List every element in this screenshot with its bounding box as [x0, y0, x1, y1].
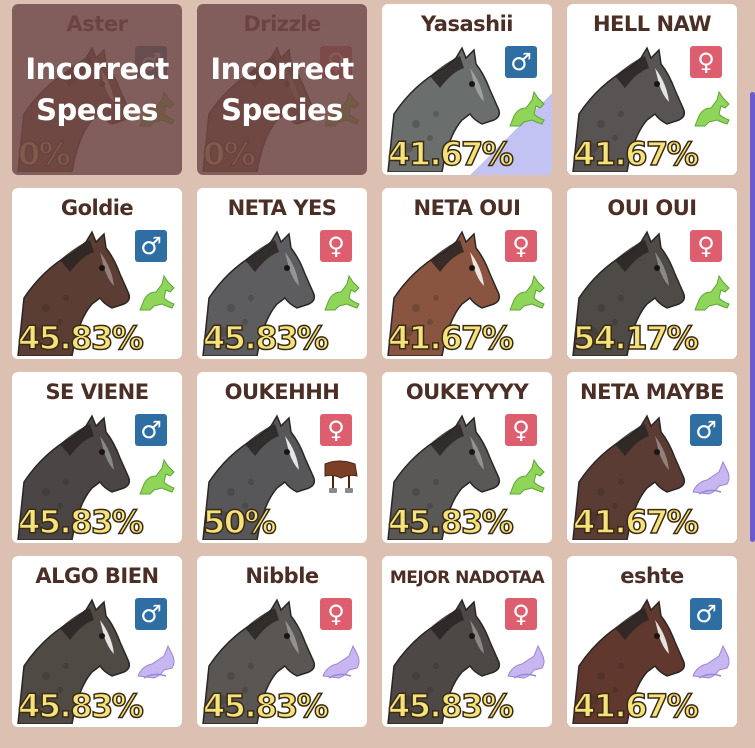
- horse-name: MEJOR NADOTAA: [389, 568, 545, 588]
- male-gender-icon: ♂: [505, 46, 537, 78]
- horse-name: eshte: [620, 564, 684, 588]
- horse-name: NETA YES: [227, 196, 337, 220]
- match-percent: 50%: [202, 502, 277, 542]
- horse-name: SE VIENE: [45, 380, 149, 404]
- male-gender-icon: ♂: [135, 414, 167, 446]
- horse-status-icon: [134, 454, 178, 496]
- horse-status-icon: [504, 454, 548, 496]
- horse-status-icon: [689, 86, 733, 128]
- scrollbar[interactable]: [750, 92, 755, 542]
- horse-card[interactable]: NETA MAYBE ♂ 41.67%: [567, 372, 737, 543]
- incorrect-species-overlay: Incorrect Species: [197, 4, 367, 175]
- foal-status-icon: [504, 638, 548, 680]
- horse-status-icon: [689, 270, 733, 312]
- horse-grid: Aster ♂ 0%Incorrect SpeciesDrizzle ♀ 0%I…: [12, 4, 737, 727]
- horse-card[interactable]: NETA OUI ♀ 41.67%: [382, 188, 552, 359]
- match-percent: 45.83%: [17, 686, 144, 726]
- match-percent: 41.67%: [387, 318, 514, 358]
- horse-status-icon: [134, 270, 178, 312]
- horse-name: NETA MAYBE: [580, 380, 724, 404]
- horse-card[interactable]: Drizzle ♀ 0%Incorrect Species: [197, 4, 367, 175]
- horse-card[interactable]: OUKEHHH ♀ 50%: [197, 372, 367, 543]
- horse-status-icon: [504, 270, 548, 312]
- horse-name: NETA OUI: [413, 196, 521, 220]
- foal-status-icon: [689, 638, 733, 680]
- female-gender-icon: ♀: [690, 230, 722, 262]
- horse-card[interactable]: ALGO BIEN ♂ 45.83%: [12, 556, 182, 727]
- male-gender-icon: ♂: [135, 230, 167, 262]
- horse-card[interactable]: MEJOR NADOTAA ♀ 45.83%: [382, 556, 552, 727]
- match-percent: 45.83%: [202, 686, 329, 726]
- horse-name: Yasashii: [421, 12, 513, 36]
- foal-status-icon: [319, 638, 363, 680]
- match-percent: 45.83%: [17, 318, 144, 358]
- saddle-status-icon: [319, 454, 363, 496]
- match-percent: 41.67%: [572, 502, 699, 542]
- horse-card[interactable]: OUI OUI ♀ 54.17%: [567, 188, 737, 359]
- match-percent: 41.67%: [572, 134, 699, 174]
- match-percent: 41.67%: [572, 686, 699, 726]
- female-gender-icon: ♀: [320, 414, 352, 446]
- horse-card[interactable]: NETA YES ♀ 45.83%: [197, 188, 367, 359]
- horse-card[interactable]: OUKEYYYY ♀ 45.83%: [382, 372, 552, 543]
- horse-card[interactable]: Goldie ♂ 45.83%: [12, 188, 182, 359]
- female-gender-icon: ♀: [690, 46, 722, 78]
- male-gender-icon: ♂: [690, 414, 722, 446]
- match-percent: 45.83%: [17, 502, 144, 542]
- horse-name: ALGO BIEN: [35, 564, 159, 588]
- incorrect-species-label: Incorrect Species: [25, 51, 169, 127]
- horse-card[interactable]: Aster ♂ 0%Incorrect Species: [12, 4, 182, 175]
- match-percent: 45.83%: [387, 502, 514, 542]
- horse-status-icon: [319, 270, 363, 312]
- match-percent: 45.83%: [202, 318, 329, 358]
- horse-name: Goldie: [60, 196, 134, 220]
- female-gender-icon: ♀: [320, 598, 352, 630]
- match-percent: 45.83%: [387, 686, 514, 726]
- horse-card[interactable]: Nibble ♀ 45.83%: [197, 556, 367, 727]
- male-gender-icon: ♂: [690, 598, 722, 630]
- match-percent: 54.17%: [572, 318, 699, 358]
- female-gender-icon: ♀: [320, 230, 352, 262]
- male-gender-icon: ♂: [135, 598, 167, 630]
- horse-name: OUKEHHH: [224, 380, 340, 404]
- horse-name: Nibble: [245, 564, 319, 588]
- horse-card[interactable]: HELL NAW ♀ 41.67%: [567, 4, 737, 175]
- horse-name: HELL NAW: [592, 12, 712, 36]
- horse-card[interactable]: eshte ♂ 41.67%: [567, 556, 737, 727]
- foal-status-icon: [689, 454, 733, 496]
- horse-name: OUI OUI: [607, 196, 697, 220]
- female-gender-icon: ♀: [505, 414, 537, 446]
- horse-card[interactable]: SE VIENE ♂ 45.83%: [12, 372, 182, 543]
- horse-status-icon: [504, 86, 548, 128]
- horse-card[interactable]: Yasashii ♂ 41.67%: [382, 4, 552, 175]
- foal-status-icon: [134, 638, 178, 680]
- female-gender-icon: ♀: [505, 598, 537, 630]
- incorrect-species-overlay: Incorrect Species: [12, 4, 182, 175]
- female-gender-icon: ♀: [505, 230, 537, 262]
- incorrect-species-label: Incorrect Species: [210, 51, 354, 127]
- match-percent: 41.67%: [387, 134, 514, 174]
- horse-name: OUKEYYYY: [405, 380, 529, 404]
